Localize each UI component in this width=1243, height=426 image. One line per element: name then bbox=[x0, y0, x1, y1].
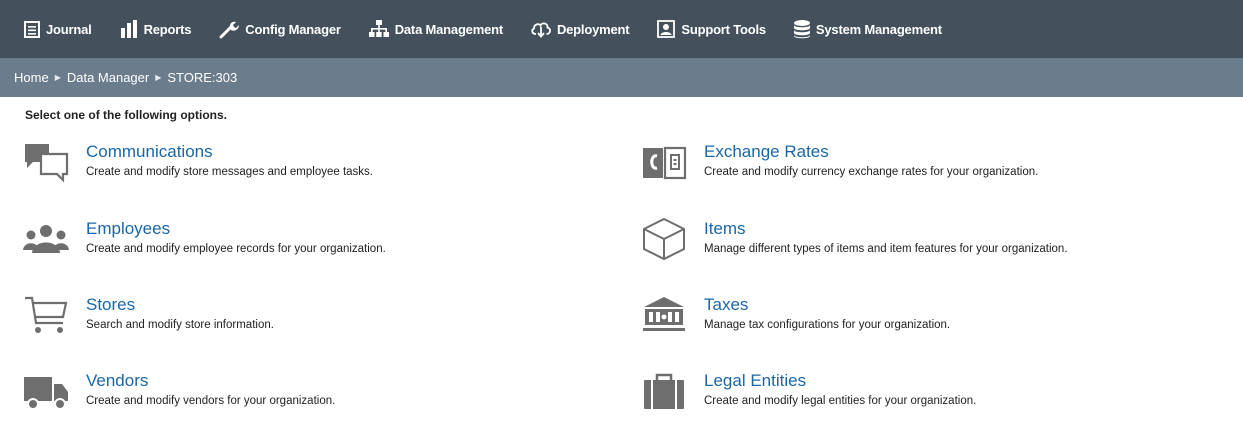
nav-support-tools-label: Support Tools bbox=[681, 21, 766, 37]
option-vendors-title[interactable]: Vendors bbox=[86, 371, 335, 391]
cloud-download-icon bbox=[531, 22, 551, 38]
option-taxes-description: Manage tax configurations for your organ… bbox=[704, 319, 951, 331]
breadcrumb-current: STORE:303 bbox=[167, 70, 238, 85]
option-items-description: Manage different types of items and item… bbox=[704, 243, 1068, 255]
nav-journal-label: Journal bbox=[46, 21, 92, 37]
journal-icon bbox=[24, 20, 40, 38]
cube-icon bbox=[640, 217, 688, 261]
option-items[interactable]: Items Manage different types of items an… bbox=[640, 217, 1068, 261]
people-group-icon bbox=[22, 219, 70, 259]
nav-data-management[interactable]: Data Management bbox=[368, 19, 503, 39]
option-stores-description: Search and modify store information. bbox=[86, 319, 274, 331]
nav-support-tools[interactable]: Support Tools bbox=[657, 20, 766, 38]
option-stores-title[interactable]: Stores bbox=[86, 295, 274, 315]
option-employees-title[interactable]: Employees bbox=[86, 219, 386, 239]
breadcrumb: Home ▶ Data Manager ▶ STORE:303 bbox=[0, 58, 1243, 97]
nav-journal[interactable]: Journal bbox=[24, 20, 92, 38]
option-exchange-rates-description: Create and modify currency exchange rate… bbox=[704, 166, 1039, 178]
shopping-cart-icon bbox=[22, 295, 70, 335]
option-employees-description: Create and modify employee records for y… bbox=[86, 243, 386, 255]
option-exchange-rates-title[interactable]: Exchange Rates bbox=[704, 142, 1038, 162]
top-navigation: Journal Reports Config Manager Data Mana… bbox=[0, 0, 1243, 58]
option-vendors-description: Create and modify vendors for your organ… bbox=[86, 395, 336, 407]
nav-deployment-label: Deployment bbox=[556, 21, 630, 37]
option-communications-description: Create and modify store messages and emp… bbox=[86, 166, 374, 178]
option-taxes[interactable]: Taxes Manage tax configurations for your… bbox=[640, 295, 950, 335]
breadcrumb-home[interactable]: Home bbox=[14, 70, 49, 85]
chat-bubbles-icon bbox=[22, 142, 70, 182]
bank-building-icon bbox=[640, 295, 688, 335]
briefcase-icon bbox=[640, 371, 688, 411]
wrench-icon bbox=[219, 21, 240, 39]
breadcrumb-separator-icon: ▶ bbox=[54, 73, 61, 82]
option-legal-entities[interactable]: Legal Entities Create and modify legal e… bbox=[640, 371, 976, 411]
nav-data-management-label: Data Management bbox=[394, 21, 503, 37]
nav-reports-label: Reports bbox=[143, 21, 192, 37]
option-legal-entities-title[interactable]: Legal Entities bbox=[704, 371, 976, 391]
nav-config-manager[interactable]: Config Manager bbox=[219, 19, 341, 39]
option-items-title[interactable]: Items bbox=[704, 219, 1068, 239]
instruction-text: Select one of the following options. bbox=[25, 108, 227, 122]
support-person-icon bbox=[657, 20, 676, 38]
bar-chart-icon bbox=[120, 20, 137, 38]
option-stores[interactable]: Stores Search and modify store informati… bbox=[22, 295, 274, 335]
nav-config-manager-label: Config Manager bbox=[245, 21, 341, 37]
option-taxes-title[interactable]: Taxes bbox=[704, 295, 950, 315]
nav-system-management-label: System Management bbox=[815, 21, 942, 37]
option-communications-title[interactable]: Communications bbox=[86, 142, 373, 162]
currency-exchange-icon bbox=[640, 142, 688, 182]
option-legal-entities-description: Create and modify legal entities for you… bbox=[704, 395, 977, 407]
nav-reports[interactable]: Reports bbox=[120, 20, 192, 38]
nav-deployment[interactable]: Deployment bbox=[531, 20, 630, 38]
breadcrumb-separator-icon: ▶ bbox=[155, 73, 162, 82]
option-exchange-rates[interactable]: Exchange Rates Create and modify currenc… bbox=[640, 142, 1038, 182]
database-icon bbox=[793, 19, 810, 38]
breadcrumb-data-manager[interactable]: Data Manager bbox=[67, 70, 149, 85]
option-employees[interactable]: Employees Create and modify employee rec… bbox=[22, 219, 386, 259]
org-chart-icon bbox=[368, 19, 389, 37]
option-communications[interactable]: Communications Create and modify store m… bbox=[22, 142, 373, 182]
nav-system-management[interactable]: System Management bbox=[793, 19, 942, 39]
delivery-truck-icon bbox=[22, 371, 70, 411]
option-vendors[interactable]: Vendors Create and modify vendors for yo… bbox=[22, 371, 335, 411]
